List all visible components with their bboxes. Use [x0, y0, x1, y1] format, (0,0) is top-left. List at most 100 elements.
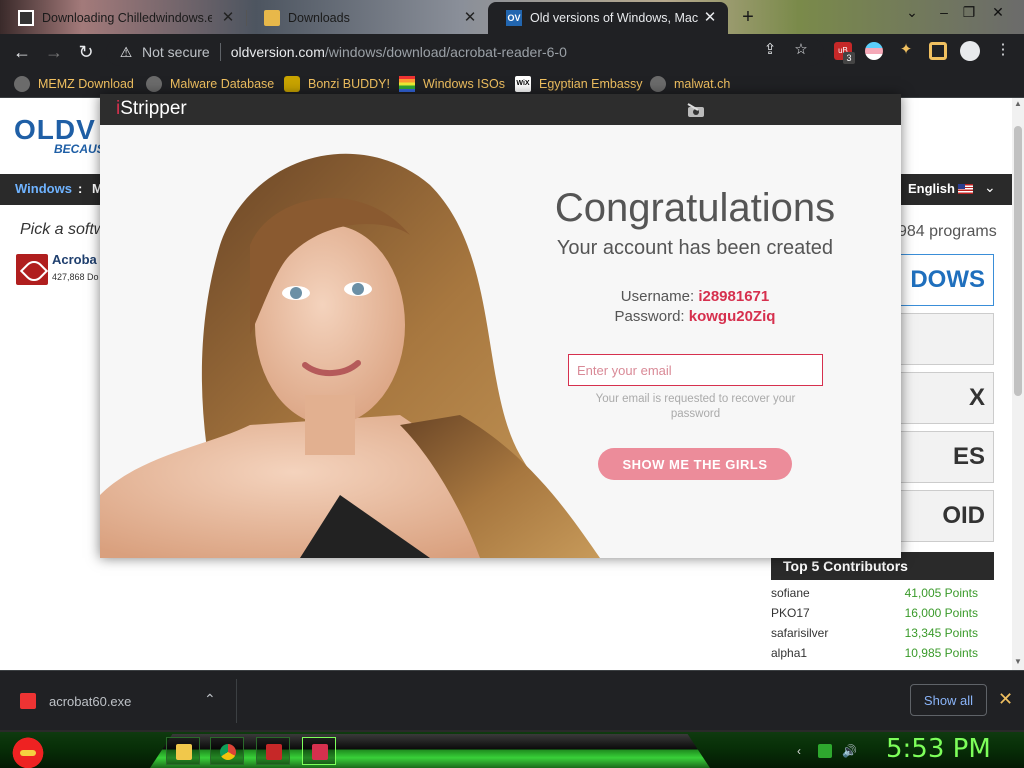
istripper-logo: iStripper — [116, 98, 187, 120]
contributor-name[interactable]: sofiane — [771, 586, 810, 600]
list-item[interactable]: alpha1 10,985 Points — [771, 646, 994, 666]
nav-separator: : — [78, 181, 83, 196]
folder-icon — [264, 10, 280, 26]
password-label: Password: — [614, 308, 685, 325]
username-label: Username: — [620, 288, 695, 305]
address-bar[interactable]: ⚠ Not secure oldversion.com/windows/down… — [106, 38, 824, 66]
bookmark-malware-database[interactable]: Malware Database — [146, 74, 274, 94]
bonzi-icon — [284, 76, 300, 92]
minimize-button[interactable]: – — [930, 0, 958, 28]
tab-downloading[interactable]: Downloading Chilledwindows.exe ✕ — [0, 2, 246, 34]
taskbar-chrome[interactable] — [210, 737, 244, 765]
network-icon[interactable] — [818, 744, 832, 758]
taskbar-explorer[interactable] — [166, 737, 200, 765]
list-item[interactable]: sofiane 41,005 Points — [771, 586, 994, 606]
bookmark-windows-isos[interactable]: Windows ISOs — [399, 74, 505, 94]
istripper-icon — [312, 744, 328, 760]
list-item[interactable]: PKO17 16,000 Points — [771, 606, 994, 626]
bookmark-label: Bonzi BUDDY! — [308, 77, 390, 91]
email-input[interactable] — [568, 354, 823, 386]
program-downloads: 427,868 Do — [52, 272, 99, 282]
rainbow-flag-icon — [399, 76, 415, 92]
downloads-bar: acrobat60.exe ⌃ Show all ✕ — [0, 670, 1024, 730]
puzzle-icon[interactable]: ✦ — [897, 40, 915, 58]
wix-icon: WiX — [515, 76, 531, 92]
chevron-down-icon[interactable]: ⌄ — [984, 179, 996, 196]
window-close-button[interactable]: ✕ — [984, 0, 1012, 28]
reload-button[interactable]: ↻ — [74, 40, 98, 64]
acrobat-icon[interactable] — [16, 254, 48, 285]
scroll-thumb[interactable] — [1014, 126, 1022, 396]
share-icon[interactable]: ⇪ — [761, 40, 779, 58]
bookmark-label: MEMZ Download — [38, 77, 134, 91]
cursor-icon — [687, 103, 704, 117]
volume-icon[interactable]: 🔊 — [842, 744, 857, 758]
contributor-name[interactable]: PKO17 — [771, 606, 810, 620]
us-flag-icon — [958, 184, 973, 194]
new-tab-button[interactable]: + — [736, 6, 760, 29]
start-button-bird-icon[interactable] — [10, 732, 46, 768]
contributor-points: 16,000 Points — [904, 606, 978, 620]
security-label[interactable]: Not secure — [142, 44, 210, 60]
back-button[interactable]: ← — [10, 40, 34, 64]
list-item[interactable]: safarisilver 13,345 Points — [771, 626, 994, 646]
bookmark-label: Windows ISOs — [423, 77, 505, 91]
os-label: OID — [942, 502, 985, 529]
taskbar: ‹ 🔊 5:53 PM — [0, 730, 1024, 768]
flag-extension-icon[interactable] — [865, 42, 883, 60]
taskbar-clock[interactable]: 5:53 PM — [886, 734, 991, 764]
username-line: Username: i28981671 — [510, 288, 880, 305]
bookmark-star-icon[interactable]: ☆ — [792, 40, 810, 58]
taskbar-acrobat[interactable] — [256, 737, 290, 765]
scroll-up-arrow[interactable]: ▲ — [1012, 98, 1024, 110]
program-name[interactable]: Acroba — [52, 252, 97, 267]
close-icon[interactable]: ✕ — [462, 10, 478, 26]
taskbar-istripper[interactable] — [302, 737, 336, 765]
contributor-name[interactable]: alpha1 — [771, 646, 807, 660]
password-value: kowgu20Ziq — [688, 308, 776, 325]
tab-strip: Downloading Chilledwindows.exe ✕ Downloa… — [0, 0, 1024, 34]
restore-button[interactable]: ❐ — [955, 0, 983, 28]
tab-oldversion[interactable]: OV Old versions of Windows, Mac and ✕ — [488, 2, 728, 34]
side-panel-icon[interactable] — [929, 42, 947, 60]
popup-heading: Congratulations — [554, 186, 836, 230]
profile-avatar[interactable] — [960, 41, 980, 61]
tray-arrow-icon[interactable]: ‹ — [792, 744, 806, 758]
contributor-name[interactable]: safarisilver — [771, 626, 828, 640]
page-scrollbar[interactable]: ▲ ▼ — [1012, 98, 1024, 670]
show-me-button[interactable]: SHOW ME THE GIRLS — [598, 448, 792, 480]
close-icon[interactable]: ✕ — [998, 689, 1013, 710]
os-label: X — [968, 384, 985, 411]
download-icon — [18, 10, 34, 26]
os-label: DOWS — [910, 266, 985, 293]
globe-icon — [650, 76, 666, 92]
warning-icon[interactable]: ⚠ — [118, 44, 134, 60]
globe-icon — [146, 76, 162, 92]
bookmark-egyptian-embassy[interactable]: WiX Egyptian Embassy — [515, 74, 643, 94]
tab-title: Old versions of Windows, Mac and — [530, 11, 702, 25]
chevron-up-icon[interactable]: ⌃ — [204, 691, 216, 708]
folder-icon — [176, 744, 192, 760]
password-line: Password: kowgu20Ziq — [510, 308, 880, 325]
close-icon[interactable]: ✕ — [702, 10, 718, 26]
popup-header: iStripper — [100, 94, 901, 125]
close-icon[interactable]: ✕ — [220, 10, 236, 26]
bookmark-bonzi[interactable]: Bonzi BUDDY! — [284, 74, 390, 94]
show-all-button[interactable]: Show all — [910, 684, 987, 716]
scroll-down-arrow[interactable]: ▼ — [1012, 656, 1024, 668]
download-file-name[interactable]: acrobat60.exe — [49, 694, 131, 709]
pick-software-text: Pick a softw — [20, 221, 106, 238]
forward-button[interactable]: → — [42, 40, 66, 64]
language-select[interactable]: English — [908, 181, 955, 196]
divider — [236, 679, 237, 723]
bookmark-malwatch[interactable]: malwat.ch — [650, 74, 730, 94]
menu-icon[interactable]: ⋮ — [994, 40, 1012, 58]
nav-windows[interactable]: Windows — [15, 181, 72, 196]
tab-downloads[interactable]: Downloads ✕ — [246, 2, 488, 34]
bookmark-label: malwat.ch — [674, 77, 731, 91]
url-host: oldversion.com — [230, 44, 325, 60]
bookmark-memz[interactable]: MEMZ Download — [14, 74, 134, 94]
contributor-points: 41,005 Points — [904, 586, 978, 600]
chevron-down-icon[interactable]: ⌄ — [898, 0, 926, 28]
logo-text: Stripper — [120, 98, 187, 119]
